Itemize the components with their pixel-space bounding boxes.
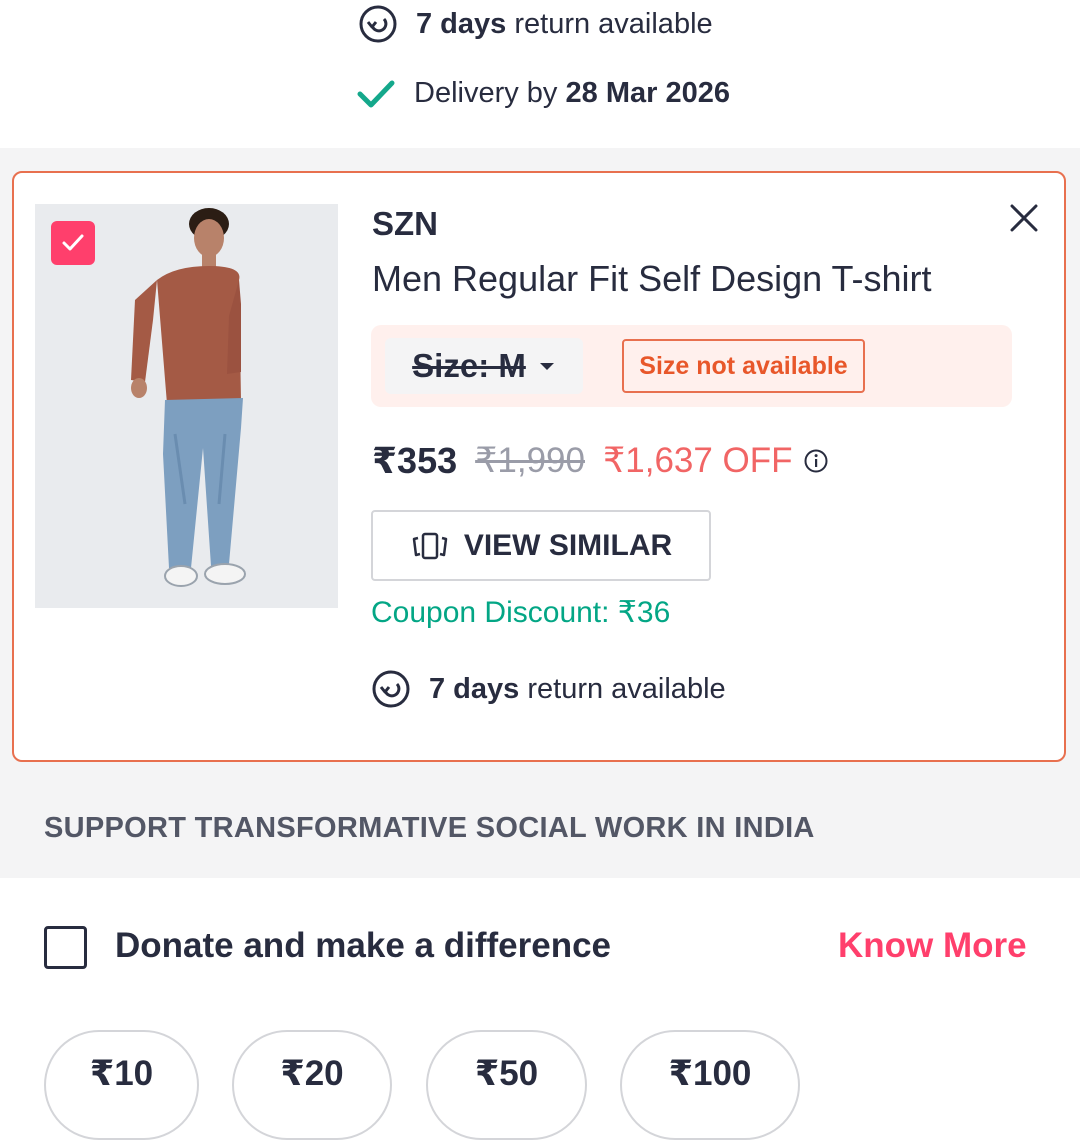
checkmark-icon xyxy=(356,73,396,113)
return-arrow-icon xyxy=(371,669,411,709)
close-icon xyxy=(1010,204,1038,232)
size-label: Size: M xyxy=(412,347,526,384)
mrp-price: ₹1,990 xyxy=(475,441,585,480)
selling-price: ₹353 xyxy=(372,440,458,481)
donate-label: Donate and make a difference xyxy=(115,926,611,965)
price-row: ₹353 ₹1,990 ₹1,637 OFF xyxy=(372,440,829,482)
item-return-row: 7 days return available xyxy=(371,669,726,709)
donate-checkbox[interactable] xyxy=(44,926,87,969)
donation-amount-50[interactable]: ₹50 xyxy=(426,1030,587,1140)
delivery-row: Delivery by 28 Mar 2026 xyxy=(356,73,730,113)
donation-amount-10[interactable]: ₹10 xyxy=(44,1030,199,1140)
delivery-text: Delivery by 28 Mar 2026 xyxy=(414,76,730,109)
item-select-checkbox[interactable] xyxy=(51,221,95,265)
donation-amount-20[interactable]: ₹20 xyxy=(232,1030,392,1140)
info-icon[interactable] xyxy=(803,448,829,474)
view-similar-icon xyxy=(412,532,448,559)
return-arrow-icon xyxy=(358,4,398,44)
return-text: 7 days return available xyxy=(416,7,713,40)
view-similar-label: VIEW SIMILAR xyxy=(463,528,673,562)
know-more-link[interactable]: Know More xyxy=(838,926,1027,966)
item-return-text: 7 days return available xyxy=(429,672,726,705)
view-similar-button[interactable]: VIEW SIMILAR xyxy=(371,510,711,581)
checkmark-icon xyxy=(62,234,84,251)
coupon-discount-text: Coupon Discount: ₹36 xyxy=(371,596,671,629)
caret-down-icon xyxy=(539,363,554,370)
discount-amount: ₹1,637 OFF xyxy=(602,441,793,480)
product-title[interactable]: Men Regular Fit Self Design T-shirt xyxy=(372,258,932,300)
size-dropdown[interactable]: Size: M xyxy=(385,338,583,394)
remove-item-button[interactable] xyxy=(1004,198,1044,238)
return-info-row: 7 days return available xyxy=(358,4,713,44)
product-brand: SZN xyxy=(372,205,438,242)
size-status-badge: Size not available xyxy=(622,339,865,393)
donation-amount-100[interactable]: ₹100 xyxy=(620,1030,800,1140)
donation-section-title: SUPPORT TRANSFORMATIVE SOCIAL WORK IN IN… xyxy=(44,812,815,844)
